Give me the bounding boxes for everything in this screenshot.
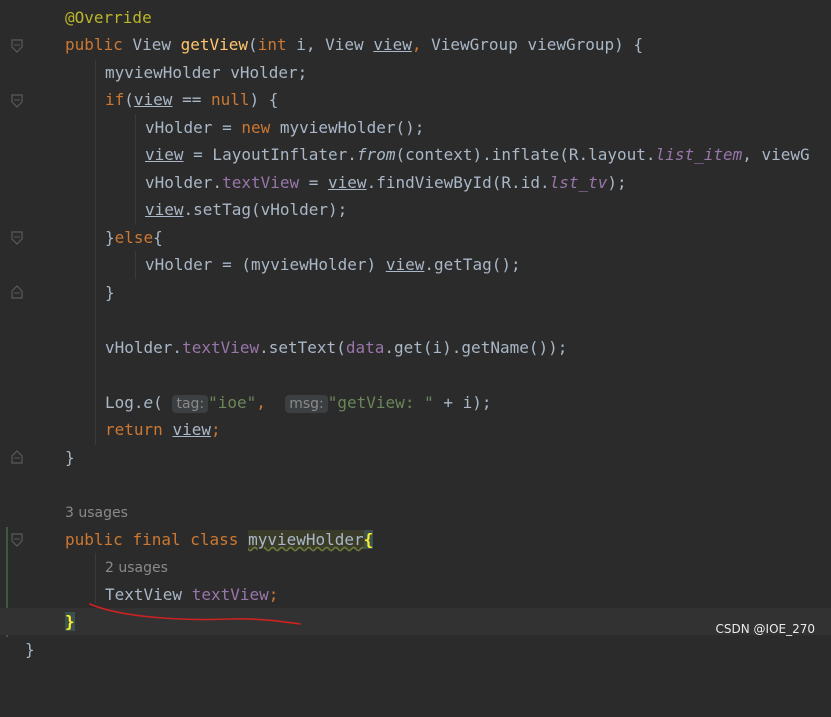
code-line[interactable]: public View getView(int i, View view, Vi… <box>0 31 831 58</box>
code-text: Log. <box>105 393 144 412</box>
code-line[interactable]: vHolder.textView.setText(data.get(i).get… <box>0 334 831 361</box>
code-text: + i); <box>433 393 492 412</box>
matched-brace: } <box>65 612 75 631</box>
holder-declaration: myviewHolder vHolder; <box>105 63 308 82</box>
method-from: from <box>356 145 396 164</box>
code-line[interactable]: return view; <box>0 416 831 443</box>
keyword-public: public <box>65 530 123 549</box>
watermark: CSDN @IOE_270 <box>715 622 816 636</box>
code-line[interactable]: public final class myviewHolder{ <box>0 526 831 553</box>
type-view: View <box>325 35 364 54</box>
keyword-final: final <box>132 530 181 549</box>
resource-list-item: list_item <box>655 145 743 164</box>
resource-lst-tv: lst_tv <box>549 173 608 192</box>
code-text: (context).inflate(R.layout. <box>395 145 656 164</box>
code-text: .get(i).getName()); <box>384 338 568 357</box>
method-e: e <box>143 393 154 412</box>
brace: } <box>65 448 75 467</box>
var-view: view <box>328 173 367 192</box>
code-text: .setTag(vHolder); <box>183 200 348 219</box>
matched-brace: { <box>363 530 374 549</box>
code-text: vHolder = <box>145 118 242 137</box>
code-line[interactable]: view = LayoutInflater.from(context).infl… <box>0 141 831 168</box>
code-line[interactable]: Log.e( tag: "ioe", msg: "getView: " + i); <box>0 389 831 416</box>
comma: , <box>411 35 422 54</box>
code-line[interactable]: myviewHolder vHolder; <box>0 59 831 86</box>
code-text: myviewHolder(); <box>270 118 425 137</box>
code-line[interactable]: vHolder = new myviewHolder(); <box>0 114 831 141</box>
string-literal: "getView: " <box>327 393 434 412</box>
paren: ( <box>153 393 163 412</box>
code-text: .findViewById(R.id. <box>366 173 550 192</box>
comma: , <box>256 393 266 412</box>
keyword-null: null <box>210 90 250 109</box>
usages-hint[interactable]: 3 usages <box>65 500 128 527</box>
var-view: view <box>145 145 184 164</box>
param-hint-tag: tag: <box>172 395 209 413</box>
keyword-public: public <box>65 35 123 54</box>
code-text: vHolder. <box>145 173 223 192</box>
keyword-if: if <box>105 90 125 109</box>
code-text: .getTag(); <box>424 255 521 274</box>
operator: == <box>172 90 211 109</box>
field-textview: textView <box>182 338 260 357</box>
keyword-int: int <box>257 35 287 54</box>
code-editor[interactable]: @Override public View getView(int i, Vie… <box>0 0 831 659</box>
var-view: view <box>145 200 184 219</box>
var-view: view <box>133 90 173 109</box>
method-getview: getView <box>180 35 249 54</box>
code-line[interactable]: }else{ <box>0 224 831 251</box>
code-line[interactable]: view.setTag(vHolder); <box>0 196 831 223</box>
field-textview: textView <box>222 173 300 192</box>
brace: } <box>105 228 115 247</box>
annotation-override: @Override <box>65 8 152 27</box>
param-i: i, <box>296 35 316 54</box>
param-view: view <box>373 35 412 54</box>
code-line[interactable]: @Override <box>0 4 831 31</box>
code-text: = <box>299 173 329 192</box>
code-vision-line: 3 usages <box>0 500 831 527</box>
param-viewgroup: viewGroup <box>527 35 615 54</box>
type-textview: TextView <box>105 585 183 604</box>
keyword-else: else <box>114 228 154 247</box>
semicolon: ; <box>210 420 221 439</box>
code-line[interactable]: } <box>0 444 831 471</box>
code-text: = LayoutInflater. <box>183 145 357 164</box>
signature-end: ) { <box>614 35 644 54</box>
keyword-class: class <box>190 530 239 549</box>
brace: } <box>25 640 35 659</box>
code-text: , viewG <box>742 145 810 164</box>
code-line[interactable]: } <box>0 279 831 306</box>
var-view: view <box>172 420 211 439</box>
keyword-return: return <box>105 420 163 439</box>
code-text: vHolder. <box>105 338 183 357</box>
brace: { <box>153 228 163 247</box>
paren: ( <box>124 90 134 109</box>
class-name: myviewHolder <box>248 530 364 549</box>
usages-hint[interactable]: 2 usages <box>105 555 168 582</box>
paren: ( <box>248 35 258 54</box>
code-text: vHolder = (myviewHolder) <box>145 255 386 274</box>
brace: } <box>105 283 115 302</box>
keyword-new: new <box>241 118 271 137</box>
code-line[interactable]: if(view == null) { <box>0 86 831 113</box>
param-hint-msg: msg: <box>285 395 328 413</box>
code-text: ); <box>607 173 627 192</box>
type-view: View <box>132 35 171 54</box>
code-vision-line: 2 usages <box>0 555 831 582</box>
var-view: view <box>385 255 425 274</box>
code-text: .setText( <box>259 338 346 357</box>
code-line[interactable]: TextView textView; <box>0 581 831 608</box>
if-end: ) { <box>249 90 279 109</box>
code-line[interactable]: } <box>0 636 831 663</box>
semicolon: ; <box>268 585 279 604</box>
field-textview: textView <box>191 585 269 604</box>
type-viewgroup: ViewGroup <box>431 35 518 54</box>
string-literal: "ioe" <box>208 393 257 412</box>
code-line[interactable]: vHolder.textView = view.findViewById(R.i… <box>0 169 831 196</box>
code-line[interactable]: vHolder = (myviewHolder) view.getTag(); <box>0 251 831 278</box>
code-line-current[interactable]: } <box>0 608 831 635</box>
field-data: data <box>345 338 385 357</box>
